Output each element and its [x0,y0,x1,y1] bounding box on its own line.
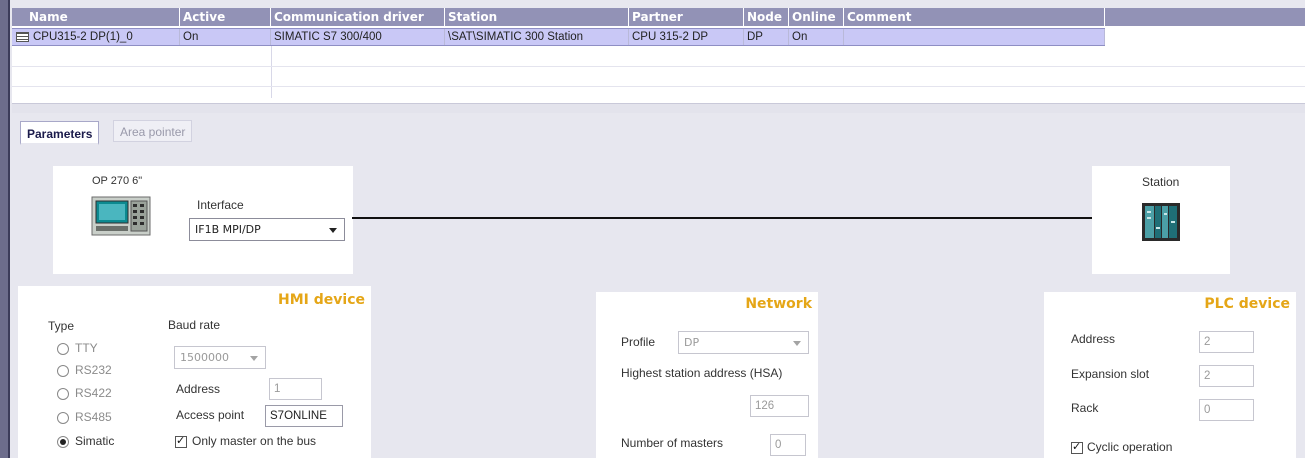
type-radio-rs422[interactable] [57,388,69,400]
type-option-rs232: RS232 [75,363,112,377]
masters-label: Number of masters [621,436,724,450]
cyclic-operation-checkbox[interactable] [1071,440,1083,454]
type-radio-tty[interactable] [57,343,69,355]
hmi-device-panel: HMI device Type Baud rate TTY RS232 RS42… [18,286,371,458]
baud-rate-label: Baud rate [168,318,221,332]
chevron-down-icon [329,228,337,233]
cyclic-operation-label: Cyclic operation [1087,440,1173,454]
hmi-device-title: HMI device [278,292,365,308]
type-label: Type [48,319,75,333]
plc-device-title: PLC device [1204,296,1290,312]
access-point-input[interactable]: S7ONLINE [265,405,343,427]
plc-station-icon[interactable] [1142,203,1180,241]
station-topology-panel: Station [1092,166,1230,274]
baud-rate-value: 1500000 [180,351,229,364]
network-panel: Network Profile DP Highest station addre… [596,292,818,458]
rack-input[interactable]: 0 [1199,399,1254,421]
masters-input[interactable]: 0 [770,434,806,456]
cell-online[interactable]: On [789,29,844,45]
only-master-checkbox[interactable] [175,434,187,448]
access-point-label: Access point [176,408,245,422]
type-radio-rs485[interactable] [57,412,69,424]
grid-divider [12,86,1305,87]
column-header-comment[interactable]: Comment [844,8,1105,26]
cell-active[interactable]: On [180,29,271,45]
interface-select[interactable]: IF1B MPI/DP [189,218,345,241]
plc-device-panel: PLC device Address 2 Expansion slot 2 Ra… [1044,292,1296,458]
column-header-driver[interactable]: Communication driver [271,8,445,26]
rack-label: Rack [1071,401,1099,415]
network-title: Network [745,296,812,312]
column-header-node[interactable]: Node [744,8,789,26]
only-master-label: Only master on the bus [192,434,317,448]
hmi-device-name: OP 270 6" [92,175,143,187]
table-row[interactable]: CPU315-2 DP(1)_0 On SIMATIC S7 300/400 \… [12,28,1105,46]
table-header: Name Active Communication driver Station… [12,8,1305,26]
grid-divider [271,46,272,98]
hmi-topology-panel: OP 270 6" Interface IF1B MPI/DP [53,166,353,274]
connections-table: Name Active Communication driver Station… [12,8,1305,113]
cell-node[interactable]: DP [744,29,789,45]
expansion-slot-label: Expansion slot [1071,367,1150,381]
expansion-slot-input[interactable]: 2 [1199,365,1254,387]
plc-address-label: Address [1071,332,1116,346]
cell-station[interactable]: \SAT\SIMATIC 300 Station [445,29,629,45]
tab-parameters[interactable]: Parameters [20,121,100,145]
profile-label: Profile [621,335,656,349]
hmi-address-label: Address [176,382,221,396]
cell-name[interactable]: CPU315-2 DP(1)_0 [30,29,180,45]
column-header-name[interactable]: Name [26,8,180,26]
chevron-down-icon [250,356,258,361]
chevron-down-icon [793,341,801,346]
column-header-active[interactable]: Active [180,8,271,26]
type-radio-rs232[interactable] [57,365,69,377]
profile-value: DP [684,336,700,349]
left-rail [0,0,10,458]
hmi-address-input[interactable]: 1 [269,378,322,400]
interface-select-value: IF1B MPI/DP [195,223,261,236]
type-option-tty: TTY [75,341,98,355]
row-list-icon [16,32,29,42]
column-header-station[interactable]: Station [445,8,629,26]
hsa-input[interactable]: 126 [750,395,809,417]
hsa-label: Highest station address (HSA) [621,366,783,380]
type-option-simatic: Simatic [75,434,115,448]
cell-comment[interactable] [844,29,1105,45]
column-header-online[interactable]: Online [789,8,844,26]
profile-select[interactable]: DP [678,331,809,354]
grid-divider [12,66,1305,67]
column-header-partner[interactable]: Partner [629,8,744,26]
table-scrollbar[interactable] [12,103,1305,113]
type-radio-simatic[interactable] [57,436,69,448]
tab-area-pointer[interactable]: Area pointer [113,120,193,142]
cell-driver[interactable]: SIMATIC S7 300/400 [271,29,445,45]
type-option-rs485: RS485 [75,410,112,424]
baud-rate-select[interactable]: 1500000 [174,346,266,369]
network-connection-line [352,217,1092,219]
interface-label: Interface [197,198,244,212]
plc-address-input[interactable]: 2 [1199,331,1254,353]
type-option-rs422: RS422 [75,386,112,400]
station-label: Station [1142,175,1180,189]
cell-partner[interactable]: CPU 315-2 DP [629,29,744,45]
operator-panel-icon[interactable] [91,196,151,236]
